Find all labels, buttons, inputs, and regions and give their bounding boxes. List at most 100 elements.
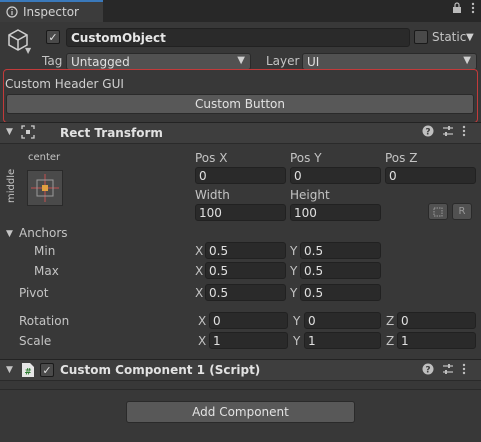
pos-z-input[interactable]: 0	[385, 167, 476, 184]
foldout-arrow-icon[interactable]: ▼	[6, 127, 13, 137]
rect-transform-title: Rect Transform	[60, 126, 163, 140]
max-x-value: 0.5	[209, 263, 229, 278]
anchors-label: Anchors	[19, 226, 68, 240]
rotation-z-input[interactable]: 0	[397, 312, 476, 329]
raw-edit-button[interactable]: R	[452, 203, 472, 220]
height-input[interactable]: 100	[290, 204, 381, 221]
scale-z-input[interactable]: 1	[397, 332, 476, 349]
max-x-axis-label: X	[195, 264, 204, 278]
script-presets-icon[interactable]	[442, 363, 454, 378]
script-enabled-checkbox[interactable]: ✓	[40, 363, 54, 377]
scale-z-value: 1	[401, 333, 409, 348]
script-file-icon: #	[21, 362, 35, 381]
svg-text:?: ?	[425, 127, 430, 137]
custom-button[interactable]: Custom Button	[6, 94, 474, 114]
rotation-y-input[interactable]: 0	[304, 312, 381, 329]
help-icon[interactable]: ?	[422, 125, 434, 140]
height-label: Height	[290, 188, 330, 202]
pivot-x-value: 0.5	[209, 285, 229, 300]
svg-text:#: #	[24, 368, 31, 378]
anchors-foldout-arrow-icon[interactable]: ▼	[6, 229, 13, 239]
object-name: CustomObject	[71, 30, 166, 45]
rotation-label: Rotation	[19, 314, 70, 328]
layer-label: Layer	[266, 54, 300, 68]
scale-z-axis-label: Z	[386, 334, 395, 348]
custom-header-title: Custom Header GUI	[5, 77, 124, 91]
script-foldout-arrow-icon[interactable]: ▼	[6, 365, 13, 375]
info-icon	[6, 6, 18, 18]
chevron-down-icon: ▼	[463, 55, 471, 66]
presets-sliders-icon[interactable]	[442, 125, 454, 140]
custom-button-label: Custom Button	[195, 97, 285, 111]
add-component-label: Add Component	[192, 405, 289, 419]
script-menu-icon[interactable]	[462, 363, 466, 378]
pivot-x-input[interactable]: 0.5	[205, 284, 286, 301]
static-dropdown-arrow-icon[interactable]: ▼	[466, 32, 474, 43]
tag-value: Untagged	[71, 54, 130, 69]
height-value: 100	[294, 205, 317, 220]
svg-text:?: ?	[425, 365, 430, 375]
max-y-axis-label: Y	[290, 264, 298, 278]
static-checkbox[interactable]	[414, 30, 428, 44]
min-x-axis-label: X	[195, 244, 204, 258]
tag-dropdown[interactable]: Untagged ▼	[66, 53, 251, 70]
layer-dropdown[interactable]: UI ▼	[302, 53, 477, 70]
rot-z-axis-label: Z	[386, 314, 395, 328]
anchor-vertical-label: middle	[6, 168, 17, 203]
blueprint-icon	[433, 207, 443, 216]
scale-label: Scale	[19, 334, 52, 348]
pivot-y-value: 0.5	[304, 285, 324, 300]
anchor-preset-button[interactable]	[27, 170, 63, 206]
tab-inspector[interactable]: Inspector	[0, 0, 103, 22]
kebab-menu-icon[interactable]	[471, 2, 475, 17]
lock-icon[interactable]	[452, 2, 462, 17]
pos-z-label: Pos Z	[385, 151, 418, 165]
pivot-y-axis-label: Y	[290, 286, 298, 300]
pos-x-value: 0	[199, 168, 207, 183]
pivot-label: Pivot	[19, 286, 49, 300]
pivot-x-axis-label: X	[195, 286, 204, 300]
static-label: Static	[432, 30, 467, 44]
chevron-down-icon: ▼	[237, 55, 245, 66]
tab-title: Inspector	[23, 5, 79, 19]
pos-x-input[interactable]: 0	[195, 167, 286, 184]
pos-y-label: Pos Y	[290, 151, 322, 165]
min-y-axis-label: Y	[290, 244, 298, 258]
rot-y-value: 0	[308, 313, 316, 328]
min-y-value: 0.5	[304, 243, 324, 258]
rot-z-value: 0	[401, 313, 409, 328]
pivot-y-input[interactable]: 0.5	[300, 284, 381, 301]
width-input[interactable]: 100	[195, 204, 286, 221]
object-name-input[interactable]: CustomObject	[66, 28, 410, 47]
scale-y-value: 1	[308, 333, 316, 348]
icon-dropdown-arrow-icon[interactable]: ▼	[25, 46, 31, 55]
script-help-icon[interactable]: ?	[422, 363, 434, 378]
width-label: Width	[195, 188, 230, 202]
rotation-x-input[interactable]: 0	[209, 312, 288, 329]
anchor-min-x-input[interactable]: 0.5	[205, 242, 286, 259]
pos-z-value: 0	[389, 168, 397, 183]
anchor-min-label: Min	[34, 244, 56, 258]
component-menu-icon[interactable]	[462, 125, 466, 140]
pos-y-input[interactable]: 0	[290, 167, 381, 184]
divider	[0, 389, 481, 390]
scale-x-input[interactable]: 1	[209, 332, 288, 349]
active-checkbox[interactable]: ✓	[46, 30, 60, 44]
scale-x-axis-label: X	[198, 334, 207, 348]
scale-y-axis-label: Y	[293, 334, 301, 348]
anchor-min-y-input[interactable]: 0.5	[300, 242, 381, 259]
raw-edit-label: R	[458, 206, 466, 217]
anchor-max-label: Max	[34, 264, 59, 278]
width-value: 100	[199, 205, 222, 220]
pos-x-label: Pos X	[195, 151, 228, 165]
tab-controls	[452, 2, 475, 17]
scale-y-input[interactable]: 1	[304, 332, 381, 349]
anchor-max-y-input[interactable]: 0.5	[300, 262, 381, 279]
blueprint-mode-button[interactable]	[428, 203, 448, 220]
anchor-horizontal-label: center	[28, 152, 61, 163]
rot-y-axis-label: Y	[293, 314, 301, 328]
add-component-button[interactable]: Add Component	[126, 401, 355, 423]
rot-x-value: 0	[213, 313, 221, 328]
rect-transform-icon	[21, 125, 35, 142]
anchor-max-x-input[interactable]: 0.5	[205, 262, 286, 279]
